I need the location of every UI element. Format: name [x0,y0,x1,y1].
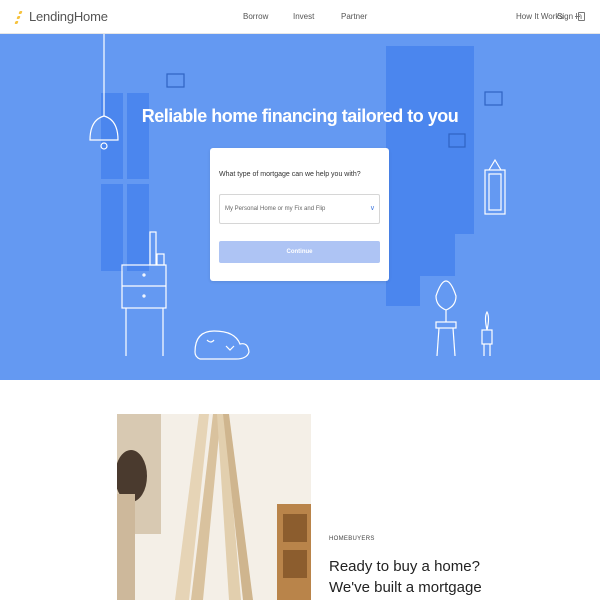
section-headline: Ready to buy a home? We've built a mortg… [329,558,482,596]
dog-icon [194,330,250,360]
continue-button[interactable]: Continue [219,241,380,263]
mirror-icon [484,158,506,215]
homebuyers-photo [117,414,311,600]
building-shape [386,46,474,306]
nav-invest[interactable]: Invest [293,12,314,21]
mortgage-type-select[interactable]: My Personal Home or my Fix and Flip ∨ [219,194,380,224]
small-plant-icon [481,310,493,356]
hero-section: Reliable home financing tailored to you … [0,34,600,380]
nav-partner[interactable]: Partner [341,12,367,21]
chevron-down-icon: ∨ [369,205,375,212]
form-question: What type of mortgage can we help you wi… [219,171,361,178]
logo-mark-icon [14,10,26,24]
hero-title: Reliable home financing tailored to you [141,106,459,126]
section-eyebrow: HOMEBUYERS [329,536,375,542]
photo-illustration [117,414,311,600]
nav-borrow[interactable]: Borrow [243,12,268,21]
sign-in-icon[interactable] [575,12,585,21]
top-header: LendingHome Borrow Invest Partner How It… [0,0,600,34]
plant-stand-icon [435,280,457,357]
select-value: My Personal Home or my Fix and Flip [225,206,326,212]
logo-text: LendingHome [29,9,108,24]
mortgage-type-form: What type of mortgage can we help you wi… [210,148,389,281]
brand-logo[interactable]: LendingHome [14,9,108,24]
